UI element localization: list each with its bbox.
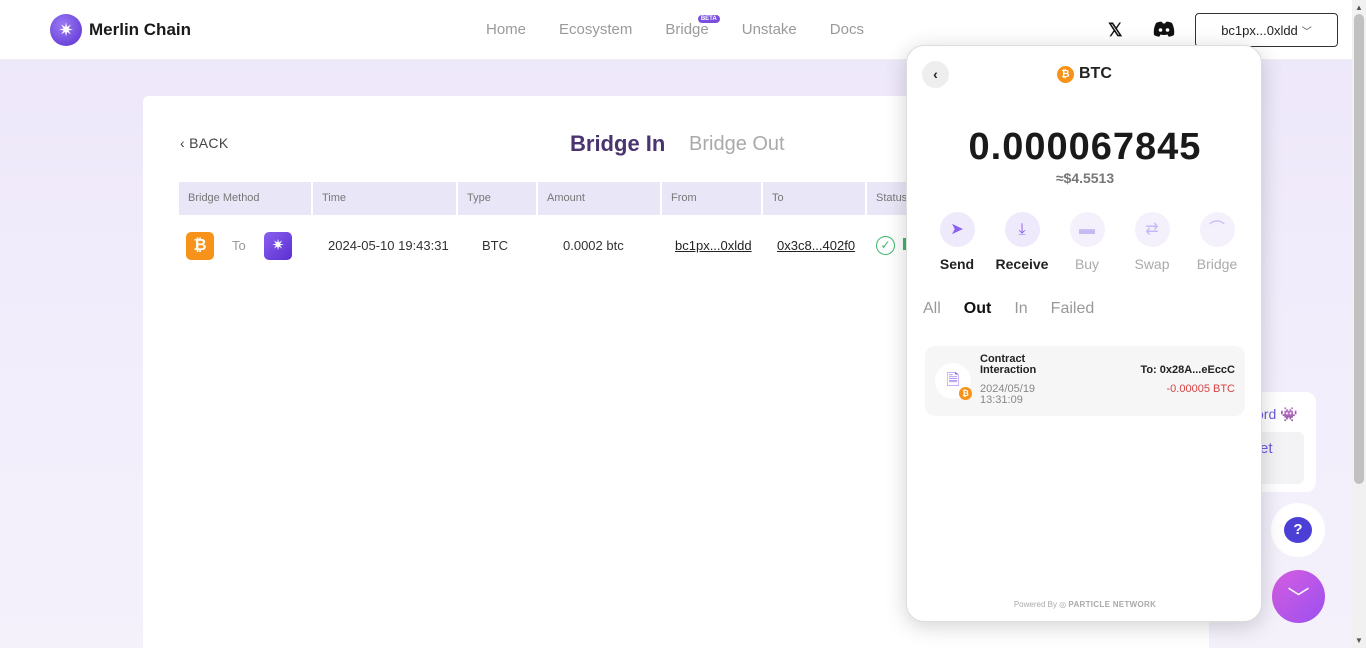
token-symbol: BTC: [1079, 65, 1112, 82]
scroll-down-arrow-icon[interactable]: ▼: [1355, 636, 1363, 645]
col-amount: Amount: [538, 182, 660, 215]
action-row: ➤ Send ⤓ Receive ▬ Buy ⇄ Swap ⌒ Bridge: [925, 212, 1250, 272]
beta-badge: BETA: [697, 15, 720, 23]
back-button[interactable]: ‹ BACK: [180, 135, 228, 151]
back-label: BACK: [189, 135, 229, 151]
chevron-down-icon: ﹀: [1287, 585, 1310, 611]
filter-out[interactable]: Out: [964, 300, 992, 318]
chevron-down-icon: ﹀: [1301, 26, 1312, 38]
receive-label: Receive: [995, 256, 1049, 272]
tx-time: 2024/05/19 13:31:09: [980, 383, 1036, 406]
page-scrollbar[interactable]: ▲ ▼: [1352, 0, 1366, 648]
bridge-icon: ⌒: [1199, 212, 1235, 247]
nav-docs[interactable]: Docs: [830, 21, 864, 38]
filter-all[interactable]: All: [923, 300, 941, 318]
buy-label: Buy: [1074, 256, 1100, 272]
logo-text: Merlin Chain: [89, 20, 192, 39]
token-balance: 0.000067845: [968, 126, 1202, 168]
to-label: To: [232, 238, 246, 253]
merlin-chain-icon: ✷: [264, 232, 292, 260]
powered-brand: PARTICLE NETWORK: [1068, 600, 1157, 609]
nav-bridge[interactable]: Bridge BETA: [665, 15, 720, 38]
help-question-icon: ?: [1284, 517, 1312, 543]
row-from-link[interactable]: bc1px...0xldd: [675, 238, 752, 253]
bitcoin-badge-icon: ₿: [959, 387, 972, 400]
col-to: To: [763, 182, 865, 215]
row-time: 2024-05-10 19:43:31: [328, 238, 449, 253]
discord-icon[interactable]: [1153, 21, 1175, 42]
wallet-address-button[interactable]: bc1px...0xldd ﹀: [1195, 13, 1338, 47]
send-label: Send: [939, 256, 975, 272]
merlin-logo-icon: ✷: [50, 14, 82, 46]
scroll-thumb[interactable]: [1354, 14, 1364, 484]
main-nav: Home Ecosystem Bridge BETA Unstake Docs: [486, 15, 897, 38]
wallet-popup: ‹ ₿ BTC 0.000067845 ≈$4.5513 ➤ Send ⤓ Re…: [906, 45, 1262, 622]
popup-title: ₿ BTC: [1057, 65, 1112, 83]
swap-label: Swap: [1134, 256, 1170, 272]
wallet-address-label: bc1px...0xldd: [1221, 22, 1298, 38]
receive-button[interactable]: ⤓ Receive: [990, 212, 1054, 272]
swap-button[interactable]: ⇄ Swap: [1120, 212, 1184, 272]
scroll-up-arrow-icon[interactable]: ▲: [1355, 3, 1363, 12]
send-button[interactable]: ➤ Send: [925, 212, 989, 272]
tx-filter-tabs: All Out In Failed: [923, 300, 1117, 318]
col-type: Type: [458, 182, 536, 215]
bridge-button[interactable]: ⌒ Bridge: [1185, 212, 1249, 272]
row-to-link[interactable]: 0x3c8...402f0: [777, 238, 855, 253]
help-chat-button[interactable]: ?: [1271, 503, 1325, 557]
download-icon: ⤓: [1004, 212, 1040, 247]
transaction-item[interactable]: 🗎 ₿ Contract Interaction 2024/05/19 13:3…: [925, 346, 1245, 416]
tx-amount: -0.00005 BTC: [1166, 383, 1235, 395]
buy-button[interactable]: ▬ Buy: [1055, 212, 1119, 272]
success-check-icon: ✓: [876, 236, 895, 255]
tab-bridge-in[interactable]: Bridge In: [570, 131, 665, 157]
x-twitter-icon[interactable]: 𝕏: [1108, 20, 1123, 41]
filter-in[interactable]: In: [1014, 300, 1027, 318]
col-from: From: [662, 182, 761, 215]
col-time: Time: [313, 182, 456, 215]
filter-failed[interactable]: Failed: [1051, 300, 1095, 318]
wallet-toggle-button[interactable]: ﹀: [1272, 570, 1325, 623]
back-arrow-button[interactable]: ‹: [922, 61, 949, 88]
powered-by-label: Powered By: [1013, 600, 1057, 609]
powered-by-footer: Powered By ◎ PARTICLE NETWORK: [907, 600, 1263, 609]
nav-ecosystem[interactable]: Ecosystem: [559, 21, 632, 38]
nav-unstake[interactable]: Unstake: [742, 21, 797, 38]
nav-home[interactable]: Home: [486, 21, 526, 38]
col-bridge-method: Bridge Method: [179, 182, 311, 215]
tab-bridge-out[interactable]: Bridge Out: [689, 133, 785, 156]
bitcoin-icon: ₿: [186, 232, 214, 260]
bitcoin-icon: ₿: [1057, 65, 1074, 83]
tx-type: Contract Interaction: [980, 353, 1037, 376]
bridge-label: Bridge: [1196, 256, 1238, 272]
discord-link[interactable]: ord 👾: [1256, 406, 1298, 423]
logo[interactable]: ✷ Merlin Chain: [50, 14, 191, 46]
row-amount: 0.0002 btc: [563, 238, 624, 253]
table-header: Bridge Method Time Type Amount From To S…: [179, 182, 929, 215]
card-icon: ▬: [1069, 212, 1105, 247]
row-type: BTC: [482, 238, 508, 253]
swap-icon: ⇄: [1134, 212, 1170, 247]
nav-bridge-label: Bridge: [665, 21, 709, 38]
discord-small-icon: 👾: [1280, 406, 1298, 422]
usd-value: ≈$4.5513: [1055, 170, 1115, 186]
tx-recipient: To: 0x28A...eEccC: [1140, 364, 1235, 376]
table-row: ₿ To ✷ 2024-05-10 19:43:31 BTC 0.0002 bt…: [179, 230, 939, 262]
send-icon: ➤: [939, 212, 975, 247]
chevron-left-icon: ‹: [180, 135, 190, 151]
